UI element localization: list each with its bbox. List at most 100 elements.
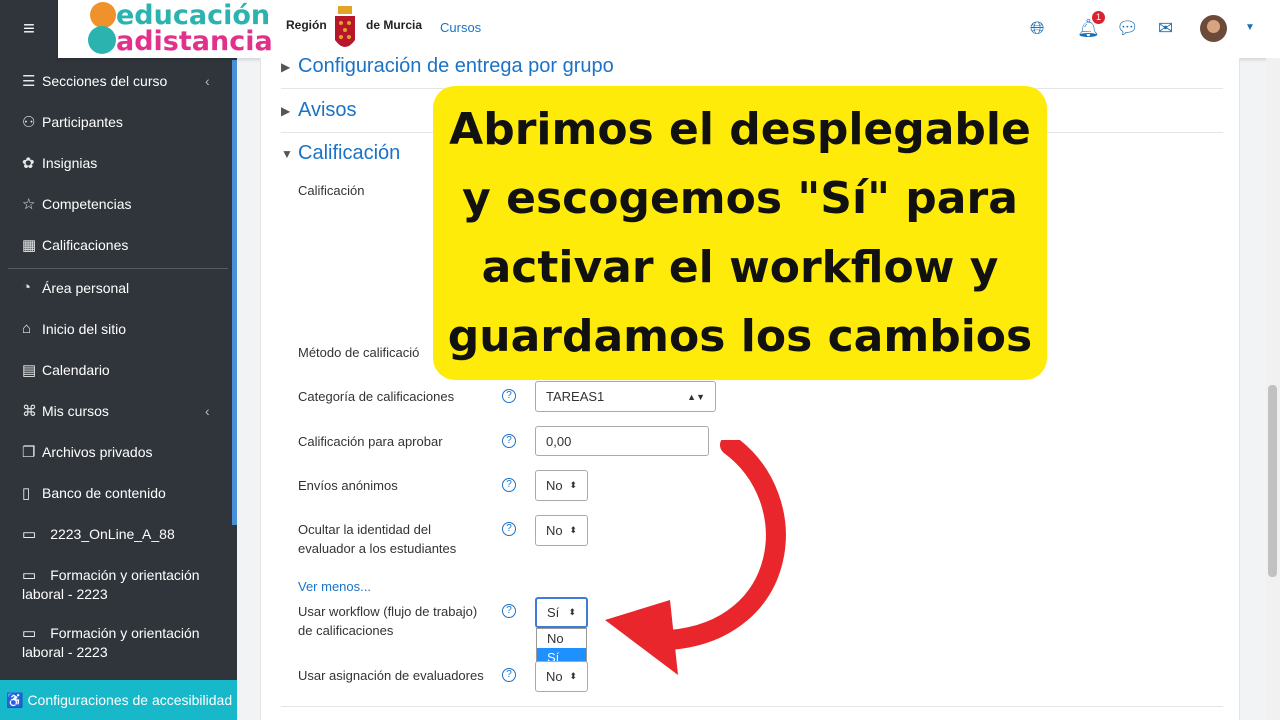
input-value: 0,00 <box>546 433 572 449</box>
workflow-select[interactable]: Sí ⬍ <box>535 597 588 628</box>
annotation-line: y escogemos "Sí" para <box>462 173 1018 224</box>
section-calificacion[interactable]: ▼ Calificación <box>281 142 400 165</box>
evaluadores-label: Usar asignación de evaluadores <box>298 668 484 683</box>
sidebar-item-calificaciones[interactable]: ▦ Calificaciones <box>22 236 128 254</box>
sidebar-folder-course[interactable]: ▭ 2223_OnLine_A_88 <box>22 525 222 544</box>
dropdown-option-no[interactable]: No <box>537 629 586 648</box>
clipboard-icon: ▯ <box>22 485 31 502</box>
help-icon[interactable]: ? <box>502 668 516 682</box>
globe-icon[interactable]: 🌐︎ <box>1030 18 1044 39</box>
top-navbar: educación adistancia Región de Murcia Cu… <box>58 0 1280 58</box>
categoria-label: Categoría de calificaciones <box>298 389 455 404</box>
folder-icon: ▭ <box>22 625 37 642</box>
select-arrows-icon: ⬍ <box>569 671 577 681</box>
sidebar-item-participantes[interactable]: ⚇ Participantes <box>22 113 123 131</box>
section-entrega-grupo[interactable]: ▶ Configuración de entrega por grupo <box>281 55 614 78</box>
select-arrows-icon: ⬍ <box>569 525 577 535</box>
caret-right-icon: ▶ <box>281 103 291 118</box>
logo-circle-e <box>90 2 116 28</box>
users-icon: ⚇ <box>22 114 36 131</box>
help-icon[interactable]: ? <box>502 389 516 403</box>
anonimos-label: Envíos anónimos <box>298 478 398 493</box>
sidebar-item-secciones[interactable]: ☰ Secciones del curso ‹ <box>22 72 210 90</box>
select-value: No <box>546 523 563 538</box>
sidebar-item-label: Inicio del sitio <box>42 320 127 337</box>
page-scrollbar[interactable] <box>1266 58 1280 720</box>
sidebar-folder-label: Formación y orientación laboral - 2223 <box>22 625 200 660</box>
evaluadores-select[interactable]: No ⬍ <box>535 661 588 692</box>
hamburger-icon[interactable]: ≡ <box>0 0 58 58</box>
chevron-down-icon[interactable]: ▼ <box>1245 22 1255 33</box>
ver-menos-link[interactable]: Ver menos... <box>298 579 371 594</box>
sidebar-item-competencias[interactable]: ☆ Competencias <box>22 195 132 213</box>
sidebar-folder-course[interactable]: ▭ Formación y orientación laboral - 2223 <box>22 624 222 662</box>
select-arrows-icon: ⬍ <box>568 607 576 617</box>
help-icon[interactable]: ? <box>502 604 516 618</box>
home-icon: ⌂ <box>22 320 32 337</box>
select-arrows-icon: ⬍ <box>569 480 577 490</box>
workflow-label-line2: de calificaciones <box>298 623 394 638</box>
ocultar-select[interactable]: No ⬍ <box>535 515 588 546</box>
dashboard-icon: ◔ <box>22 279 32 296</box>
annotation-line: guardamos los cambios <box>447 311 1033 362</box>
star-icon: ☆ <box>22 196 36 213</box>
folder-icon: ▭ <box>22 567 37 584</box>
scrollbar-thumb[interactable] <box>1268 385 1277 577</box>
select-arrows-icon: ▲▼ <box>687 391 705 402</box>
sidebar-scrollbar[interactable] <box>232 60 237 525</box>
mail-icon[interactable]: ✉ <box>1158 18 1173 39</box>
accessibility-icon: ♿ <box>6 691 24 708</box>
annotation-line: activar el workflow y <box>481 242 999 293</box>
help-icon[interactable]: ? <box>502 478 516 492</box>
caret-down-icon: ▼ <box>281 146 293 161</box>
aprobar-label: Calificación para aprobar <box>298 434 443 449</box>
sidebar-item-label: Banco de contenido <box>42 485 166 501</box>
grades-icon: ▦ <box>22 237 37 254</box>
select-value: No <box>546 669 563 684</box>
sidebar-item-archivos[interactable]: ❐ Archivos privados <box>22 443 153 461</box>
section-title: Calificación <box>298 142 401 164</box>
annotation-callout: Abrimos el desplegable y escogemos "Sí" … <box>433 86 1047 380</box>
sidebar-item-mis-cursos[interactable]: ⌘ Mis cursos ‹ <box>22 402 210 420</box>
avatar[interactable] <box>1200 15 1227 42</box>
help-icon[interactable]: ? <box>502 434 516 448</box>
logo-text-line2: adistancia <box>116 26 273 57</box>
select-value: No <box>546 478 563 493</box>
section-divider <box>281 706 1223 707</box>
cursos-link[interactable]: Cursos <box>440 20 481 35</box>
categoria-select[interactable]: TAREAS1 ▲▼ <box>535 381 716 412</box>
site-logo[interactable]: educación adistancia <box>86 0 282 58</box>
anonimos-select[interactable]: No ⬍ <box>535 470 588 501</box>
sidebar-item-inicio[interactable]: ⌂ Inicio del sitio <box>22 320 126 337</box>
workflow-label-line1: Usar workflow (flujo de trabajo) <box>298 604 478 619</box>
accessibility-settings-button[interactable]: ♿ Configuraciones de accesibilidad <box>0 680 237 720</box>
ocultar-label-line2: evaluador a los estudiantes <box>298 541 457 556</box>
sidebar-item-label: Calificaciones <box>42 237 129 253</box>
help-icon[interactable]: ? <box>502 522 516 536</box>
chat-icon[interactable]: 💬︎ <box>1116 18 1139 39</box>
sidebar-item-area-personal[interactable]: ◔ Área personal <box>22 279 129 296</box>
graduation-icon: ⌘ <box>22 403 37 420</box>
sidebar-folder-label: 2223_OnLine_A_88 <box>50 526 175 542</box>
region-crest-icon <box>335 6 355 47</box>
section-avisos[interactable]: ▶ Avisos <box>281 99 357 122</box>
region-name-label: de Murcia <box>366 18 423 32</box>
metodo-calificacion-label: Método de calificació <box>298 345 420 360</box>
caret-right-icon: ▶ <box>281 59 291 74</box>
sidebar-item-label: Insignias <box>42 155 98 171</box>
sidebar-item-label: Mis cursos <box>42 403 109 419</box>
sidebar-folder-course[interactable]: ▭ Formación y orientación laboral - 2223 <box>22 566 222 604</box>
files-icon: ❐ <box>22 444 36 461</box>
select-value: Sí <box>547 605 560 620</box>
ocultar-label-line1: Ocultar la identidad del <box>298 522 431 537</box>
chevron-left-icon[interactable]: ‹ <box>205 403 210 419</box>
sidebar-item-calendario[interactable]: ▤ Calendario <box>22 361 110 379</box>
section-title: Avisos <box>298 99 357 121</box>
sidebar-item-insignias[interactable]: ✿ Insignias <box>22 154 97 172</box>
sidebar: ≡ ☰ Secciones del curso ‹ ⚇ Participante… <box>0 0 237 720</box>
section-title: Configuración de entrega por grupo <box>298 55 614 77</box>
sidebar-item-banco[interactable]: ▯ Banco de contenido <box>22 484 166 502</box>
chevron-left-icon[interactable]: ‹ <box>205 73 210 89</box>
notification-badge: 1 <box>1092 11 1105 24</box>
sidebar-divider <box>8 268 228 269</box>
